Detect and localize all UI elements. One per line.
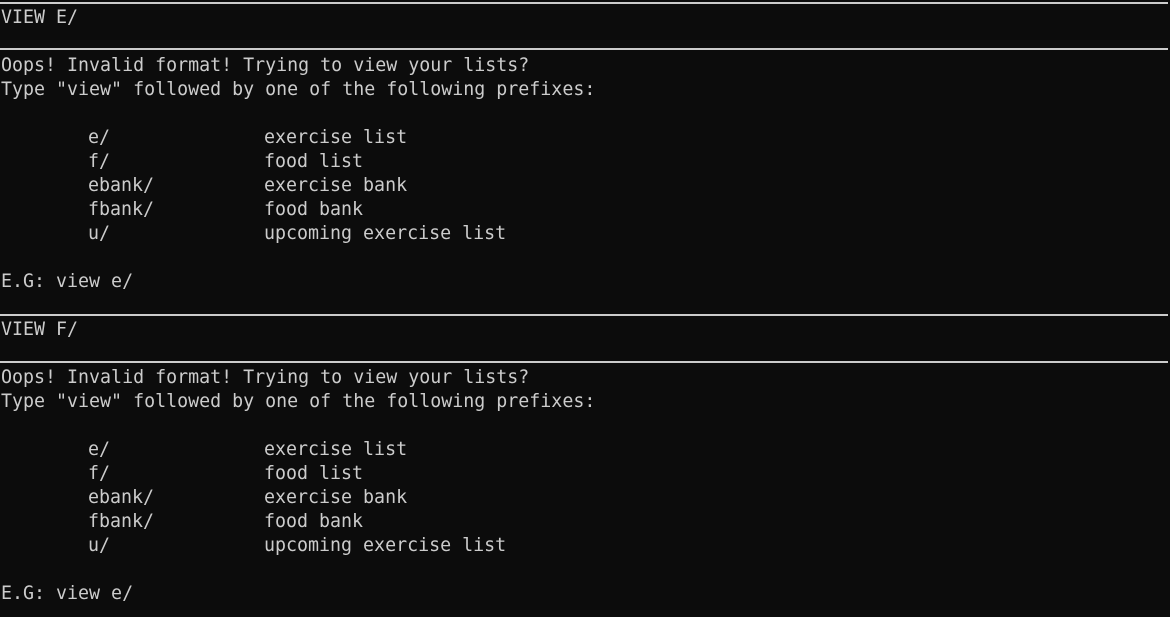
separator-line: [0, 2, 1168, 4]
command-echo: VIEW E/: [1, 7, 79, 28]
prefix-description: exercise bank: [264, 175, 408, 196]
example-text: E.G: view e/: [1, 583, 134, 604]
prefix-description: food list: [264, 463, 364, 484]
prefix-description: food bank: [264, 199, 364, 220]
prefix-code: ebank/: [88, 487, 155, 508]
prefix-code: u/: [88, 223, 111, 244]
prefix-description: upcoming exercise list: [264, 223, 507, 244]
prefix-code: e/: [88, 439, 111, 460]
error-message: Oops! Invalid format! Trying to view you…: [1, 367, 530, 388]
prefix-description: upcoming exercise list: [264, 535, 507, 556]
example-text: E.G: view e/: [1, 271, 134, 292]
prefix-description: food bank: [264, 511, 364, 532]
prefix-description: exercise list: [264, 127, 408, 148]
prefix-description: food list: [264, 151, 364, 172]
separator-line: [0, 361, 1168, 363]
prefix-code: u/: [88, 535, 111, 556]
command-echo: VIEW F/: [1, 319, 79, 340]
instruction-text: Type "view" followed by one of the follo…: [1, 79, 596, 100]
prefix-code: fbank/: [88, 511, 155, 532]
prefix-code: ebank/: [88, 175, 155, 196]
prefix-description: exercise list: [264, 439, 408, 460]
prefix-code: e/: [88, 127, 111, 148]
error-message: Oops! Invalid format! Trying to view you…: [1, 55, 530, 76]
separator-line: [0, 314, 1168, 316]
prefix-description: exercise bank: [264, 487, 408, 508]
prefix-code: fbank/: [88, 199, 155, 220]
prefix-code: f/: [88, 463, 111, 484]
instruction-text: Type "view" followed by one of the follo…: [1, 391, 596, 412]
separator-line: [0, 48, 1168, 50]
prefix-code: f/: [88, 151, 111, 172]
terminal-window[interactable]: VIEW E/ Oops! Invalid format! Trying to …: [0, 0, 1170, 617]
